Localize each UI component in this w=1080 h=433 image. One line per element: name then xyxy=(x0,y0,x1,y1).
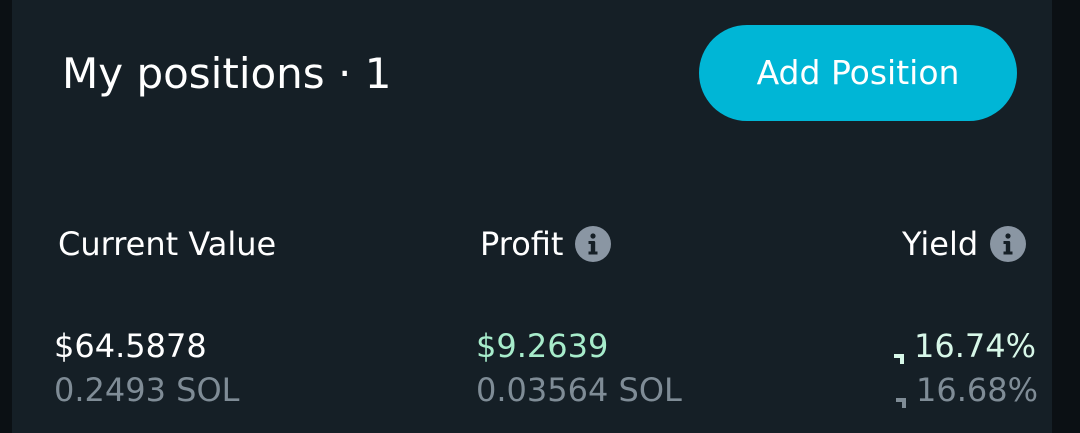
profit-info-icon[interactable] xyxy=(575,226,612,262)
profit-usd: $9.2639 xyxy=(476,327,609,365)
yield-label: Yield xyxy=(902,225,979,263)
profit-label: Profit xyxy=(480,225,564,263)
current-value-sol: 0.2493 SOL xyxy=(54,371,240,409)
current-value-usd: $64.5878 xyxy=(54,327,207,365)
arrow-up-right-icon xyxy=(890,383,908,412)
profit-sol: 0.03564 SOL xyxy=(476,371,682,409)
yield-secondary-value: 16.68% xyxy=(915,371,1038,409)
current-value-header: Current Value xyxy=(58,222,276,266)
positions-card: My positions · 1 Add Position Current Va… xyxy=(12,0,1052,433)
add-position-button[interactable]: Add Position xyxy=(699,25,1017,121)
current-value-label: Current Value xyxy=(58,225,277,263)
yield-secondary: 16.68% xyxy=(890,370,1038,412)
yield-primary-value: 16.74% xyxy=(913,327,1036,365)
yield-info-icon[interactable] xyxy=(990,226,1027,262)
arrow-up-right-icon xyxy=(888,339,906,368)
page-title: My positions · 1 xyxy=(62,49,392,98)
yield-primary: 16.74% xyxy=(888,326,1036,368)
yield-header: Yield xyxy=(902,222,1027,266)
profit-header: Profit xyxy=(480,222,612,266)
